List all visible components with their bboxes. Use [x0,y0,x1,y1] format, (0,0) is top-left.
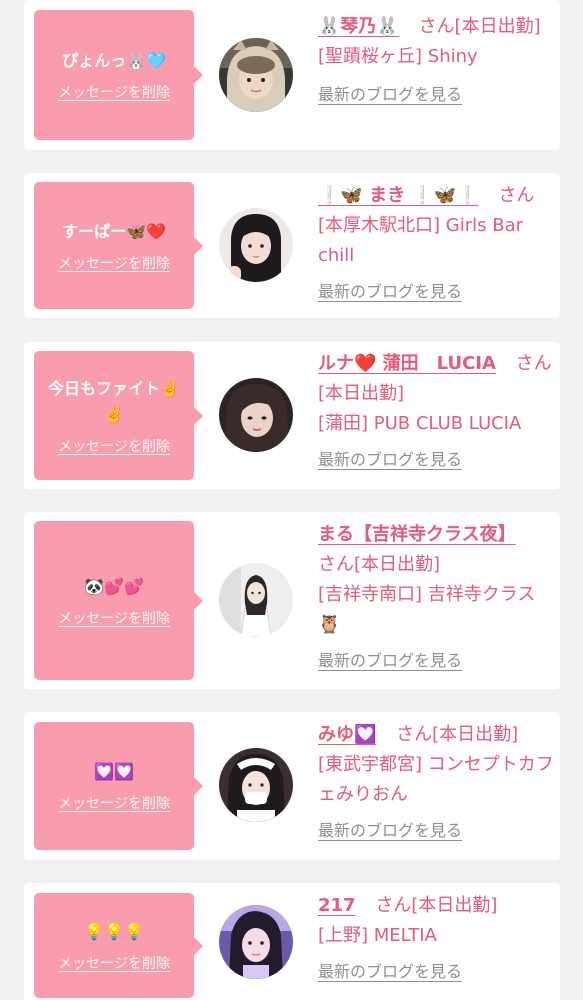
message-card: 💟💟 メッセージを削除 みゆ💟 さん[本日出勤] [東武宇都宮] コンセプトカフ… [24,712,560,860]
message-card: 今日もファイト✌️✌️ メッセージを削除 ルナ❤️ 蒲田 LUCIA さん[本日… [24,342,560,489]
message-list: ぴょんっ🐰🩵 メッセージを削除 🐰琴乃🐰 さん[本日出勤] [聖蹟桜ヶ丘] Sh… [0,0,583,1000]
delete-message-link[interactable]: メッセージを削除 [58,953,170,973]
delete-message-link[interactable]: メッセージを削除 [58,82,170,102]
message-text: 💡💡💡 [84,921,144,941]
message-card: ぴょんっ🐰🩵 メッセージを削除 🐰琴乃🐰 さん[本日出勤] [聖蹟桜ヶ丘] Sh… [24,0,560,150]
avatar[interactable] [219,748,293,822]
message-card: すーぱー🦋❤️ メッセージを削除 ❕🦋 まき ❕🦋❕ さん [本厚木駅北口] G… [24,173,560,318]
latest-blog-link[interactable]: 最新のブログを見る [318,445,462,475]
message-bubble: 💡💡💡 メッセージを削除 [34,893,203,998]
latest-blog-link[interactable]: 最新のブログを見る [318,646,462,676]
latest-blog-link[interactable]: 最新のブログを見る [318,277,462,307]
shop-name: [東武宇都宮] コンセプトカフェみりおん [318,754,554,805]
member-name-link[interactable]: ルナ❤️ 蒲田 LUCIA [318,353,496,374]
maid-portrait-icon [219,748,293,822]
shop-name: [上野] MELTIA [318,925,437,946]
delete-message-link[interactable]: メッセージを削除 [58,608,170,628]
member-suffix: さん[本日出勤] [396,724,519,745]
message-text: 💟💟 [94,762,134,781]
message-text: ぴょんっ🐰🩵 [62,51,166,70]
shop-name: [蒲田] PUB CLUB LUCIA [318,413,522,434]
avatar[interactable] [219,378,293,452]
delete-message-link[interactable]: メッセージを削除 [58,793,170,813]
message-bubble: ぴょんっ🐰🩵 メッセージを削除 [34,10,203,140]
message-card: 💡💡💡 メッセージを削除 217 さん[本日出勤] [上野] MELTIA 最新… [24,883,560,1000]
member-suffix: さん[本日出勤] [375,895,498,916]
delete-message-link[interactable]: メッセージを削除 [58,436,170,456]
avatar[interactable] [219,208,293,282]
latest-blog-link[interactable]: 最新のブログを見る [318,957,462,987]
message-bubble: 💟💟 メッセージを削除 [34,722,203,850]
member-suffix: さん[本日出勤] [418,16,541,37]
member-suffix: さん [498,185,535,206]
member-name-link[interactable]: 217 [318,895,356,916]
member-name-link[interactable]: ❕🦋 まき ❕🦋❕ [318,185,479,206]
dark-hair-portrait-icon [219,378,293,452]
message-card: 🐼💕💕 メッセージを削除 まる【吉祥寺クラス夜】 さん[本日出勤] [吉祥寺南口… [24,512,560,689]
message-bubble: すーぱー🦋❤️ メッセージを削除 [34,182,203,309]
white-dress-portrait-icon [219,563,293,637]
avatar[interactable] [219,905,293,979]
message-bubble: 🐼💕💕 メッセージを削除 [34,521,203,680]
member-name-link[interactable]: みゆ💟 [318,724,376,745]
message-bubble: 今日もファイト✌️✌️ メッセージを削除 [34,351,203,480]
avatar[interactable] [219,563,293,637]
latest-blog-link[interactable]: 最新のブログを見る [318,80,462,110]
long-hair-portrait-icon [219,208,293,282]
delete-message-link[interactable]: メッセージを削除 [58,253,170,273]
cat-hood-selfie-icon [219,38,293,112]
purple-portrait-icon [219,905,293,979]
member-name-link[interactable]: まる【吉祥寺クラス夜】 [318,524,516,545]
member-name-link[interactable]: 🐰琴乃🐰 [318,16,399,37]
message-text: すーぱー🦋❤️ [62,221,166,241]
shop-name: [聖蹟桜ヶ丘] Shiny [318,46,478,67]
avatar[interactable] [219,38,293,112]
shop-name: [本厚木駅北口] Girls Bar chill [318,215,523,266]
message-text: 🐼💕💕 [84,576,144,596]
message-text: 今日もファイト✌️✌️ [48,378,180,424]
latest-blog-link[interactable]: 最新のブログを見る [318,816,462,846]
shop-name: [吉祥寺南口] 吉祥寺クラス🦉 [318,584,536,635]
member-suffix: さん[本日出勤] [318,554,441,575]
